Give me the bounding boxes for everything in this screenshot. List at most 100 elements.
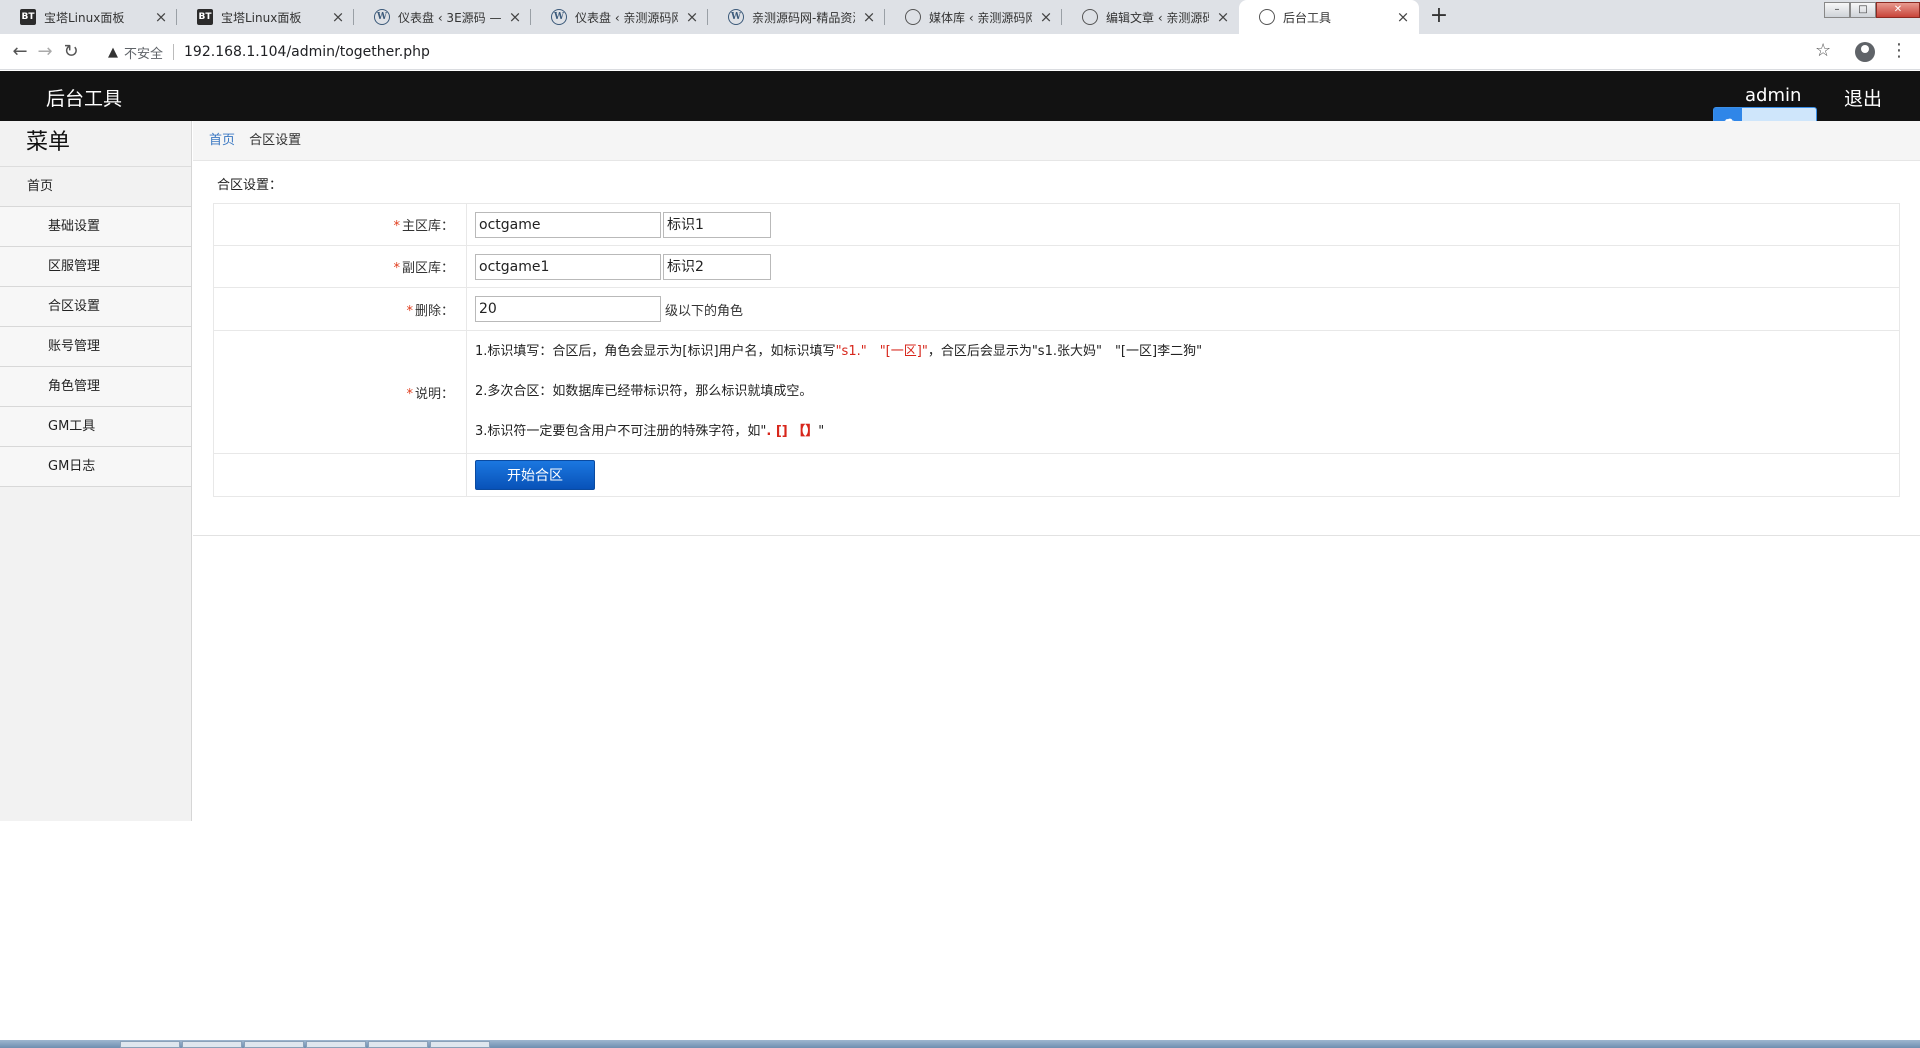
tab-title: 宝塔Linux面板	[44, 10, 125, 25]
logout-link[interactable]: 退出	[1844, 84, 1882, 111]
sidebar-item-gm-tools[interactable]: GM工具	[0, 407, 191, 447]
sidebar-item-merge-settings[interactable]: 合区设置	[0, 287, 191, 327]
taskbar-item[interactable]	[430, 1041, 490, 1048]
window-close-button[interactable]: ✕	[1876, 2, 1920, 18]
note-text: ，合区后会显示为"s1.张大妈" "[一区]李二狗"	[927, 344, 1203, 359]
delete-level-suffix: 级以下的角色	[665, 303, 744, 319]
note-text: "	[818, 424, 825, 439]
sidebar-item-gm-log[interactable]: GM日志	[0, 447, 191, 487]
globe-icon	[1082, 9, 1098, 25]
wordpress-icon: W	[374, 9, 390, 25]
browser-tab[interactable]: W 亲测源码网-精品资源站长亲 ×	[708, 0, 885, 34]
browser-tab[interactable]: 编辑文章 ‹ 亲测源码网 — W ×	[1062, 0, 1239, 34]
taskbar-item[interactable]	[244, 1041, 304, 1048]
taskbar-item[interactable]	[182, 1041, 242, 1048]
back-button[interactable]: ←	[8, 40, 32, 64]
form-field-cell: 1.标识填写：合区后，角色会显示为[标识]用户名，如标识填写"s1." "[一区…	[466, 330, 1900, 454]
form-label-cell: * 删除：	[213, 287, 467, 331]
reload-button[interactable]: ↻	[59, 40, 83, 64]
main-db-tag-input[interactable]: 标识1	[663, 211, 771, 238]
minimize-button[interactable]: –	[1824, 2, 1850, 18]
note-highlight: . [] 【】	[766, 424, 819, 439]
url-text[interactable]: 192.168.1.104/admin/together.php	[184, 44, 430, 60]
sidebar-item-basic-settings[interactable]: 基础设置	[0, 207, 191, 247]
sidebar-item-account-management[interactable]: 账号管理	[0, 327, 191, 367]
bookmark-star-icon[interactable]: ☆	[1815, 40, 1831, 61]
sub-db-label: 副区库：	[401, 261, 454, 276]
form-field-cell: 开始合区	[466, 453, 1900, 497]
close-icon[interactable]: ×	[861, 8, 877, 26]
merge-form: * 主区库： octgame 标识1 * 副区库： octgame1 标识2 * 删除： …	[213, 203, 1900, 497]
wordpress-icon: W	[551, 9, 567, 25]
forward-button[interactable]: →	[33, 40, 57, 64]
browser-menu-icon[interactable]: ⋮	[1890, 40, 1908, 61]
wordpress-icon: W	[728, 9, 744, 25]
close-icon[interactable]: ×	[507, 8, 523, 26]
os-taskbar	[0, 1040, 1920, 1048]
notes-label: 说明：	[414, 386, 454, 402]
browser-tab[interactable]: W 仪表盘 ‹ 3E源码 — WordPr ×	[354, 0, 531, 34]
taskbar-item[interactable]	[120, 1041, 180, 1048]
browser-tab[interactable]: BT 宝塔Linux面板 ×	[177, 0, 354, 34]
browser-tab-active[interactable]: 后台工具 ×	[1239, 0, 1419, 34]
close-icon[interactable]: ×	[1215, 8, 1231, 26]
app-title: 后台工具	[46, 88, 123, 110]
tab-title: 宝塔Linux面板	[221, 10, 302, 25]
tab-title: 仪表盘 ‹ 3E源码 — WordPr	[398, 10, 501, 25]
taskbar-item[interactable]	[368, 1041, 428, 1048]
note-line-1: 1.标识填写：合区后，角色会显示为[标识]用户名，如标识填写"s1." "[一区…	[475, 342, 1899, 362]
form-field-cell: 20 级以下的角色	[466, 287, 1900, 331]
breadcrumb: 首页 合区设置	[193, 121, 1920, 161]
address-bar[interactable]: ▲ 不安全 192.168.1.104/admin/together.php	[108, 38, 1768, 66]
form-row-notes: * 说明： 1.标识填写：合区后，角色会显示为[标识]用户名，如标识填写"s1."…	[213, 330, 1900, 454]
menu-title: 菜单	[0, 121, 191, 167]
tab-title: 媒体库 ‹ 亲测源码网 — Wor	[929, 10, 1032, 25]
profile-avatar-icon[interactable]	[1855, 42, 1875, 62]
sidebar: 菜单 首页 基础设置 区服管理 合区设置 账号管理 角色管理 GM工具 GM日志	[0, 121, 192, 821]
window-controls: – □ ✕	[1824, 0, 1920, 20]
tab-title: 亲测源码网-精品资源站长亲	[752, 10, 855, 25]
warning-icon[interactable]: ▲	[108, 45, 118, 60]
main-db-input[interactable]: octgame	[475, 211, 661, 238]
insecure-label[interactable]: 不安全	[124, 43, 163, 62]
form-field-cell: octgame 标识1	[466, 203, 1900, 246]
sidebar-item-home[interactable]: 首页	[0, 167, 191, 207]
sidebar-item-role-management[interactable]: 角色管理	[0, 367, 191, 407]
form-label-cell	[213, 453, 467, 497]
bt-icon: BT	[20, 9, 36, 25]
main-db-label: 主区库：	[401, 219, 454, 234]
form-row-sub-db: * 副区库： octgame1 标识2	[213, 245, 1900, 288]
sub-db-input[interactable]: octgame1	[475, 253, 661, 280]
browser-tab[interactable]: BT 宝塔Linux面板 ×	[0, 0, 177, 34]
browser-tab[interactable]: 媒体库 ‹ 亲测源码网 — Wor ×	[885, 0, 1062, 34]
sub-db-tag-input[interactable]: 标识2	[663, 253, 771, 280]
note-text: 1.标识填写：合区后，角色会显示为[标识]用户名，如标识填写	[475, 344, 836, 359]
required-mark: *	[406, 386, 413, 402]
required-mark: *	[393, 261, 400, 276]
tab-title: 仪表盘 ‹ 亲测源码网 — Wor	[575, 10, 678, 25]
omnibox-divider	[173, 44, 175, 60]
header-username[interactable]: admin	[1745, 85, 1801, 106]
maximize-button[interactable]: □	[1850, 2, 1876, 18]
note-text: 3.标识符一定要包含用户不可注册的特殊字符，如"	[475, 424, 767, 439]
delete-level-input[interactable]: 20	[475, 296, 661, 322]
app-header: 后台工具 admin 退出	[0, 71, 1920, 121]
required-mark: *	[406, 303, 413, 319]
close-icon[interactable]: ×	[330, 8, 346, 26]
close-icon[interactable]: ×	[684, 8, 700, 26]
sidebar-item-server-management[interactable]: 区服管理	[0, 247, 191, 287]
close-icon[interactable]: ×	[153, 8, 169, 26]
form-label-cell: * 说明：	[213, 330, 467, 454]
close-icon[interactable]: ×	[1038, 8, 1054, 26]
new-tab-button[interactable]: +	[1425, 4, 1453, 30]
browser-tab[interactable]: W 仪表盘 ‹ 亲测源码网 — Wor ×	[531, 0, 708, 34]
globe-icon	[905, 9, 921, 25]
start-merge-button[interactable]: 开始合区	[475, 460, 595, 490]
taskbar-item[interactable]	[306, 1041, 366, 1048]
section-label: 合区设置：	[217, 178, 283, 193]
breadcrumb-home-link[interactable]: 首页	[209, 133, 235, 148]
close-icon[interactable]: ×	[1395, 8, 1411, 26]
note-line-2: 2.多次合区：如数据库已经带标识符，那么标识就填成空。	[475, 384, 813, 399]
browser-toolbar: ← → ↻ ▲ 不安全 192.168.1.104/admin/together…	[0, 34, 1920, 70]
form-row-delete: * 删除： 20 级以下的角色	[213, 287, 1900, 331]
